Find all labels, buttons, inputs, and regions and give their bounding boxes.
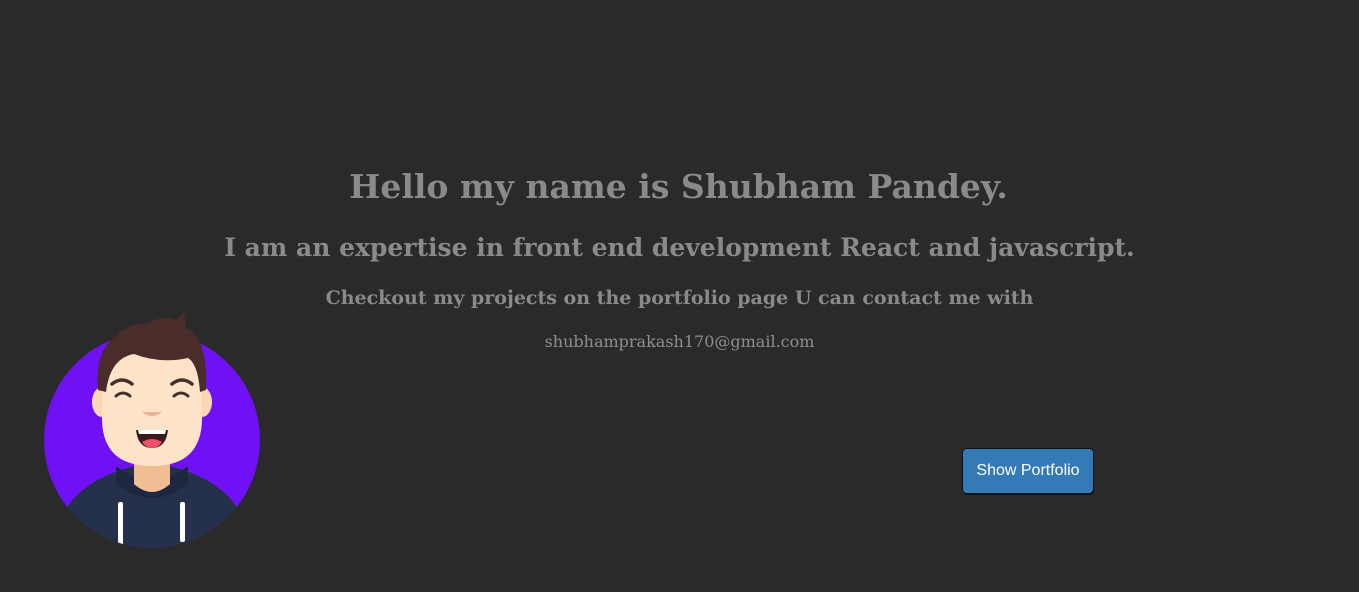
show-portfolio-button[interactable]: Show Portfolio [963, 449, 1093, 493]
avatar [44, 312, 260, 548]
intro-subheadline: I am an expertise in front end developme… [224, 233, 1135, 262]
intro-headline: Hello my name is Shubham Pandey. [349, 167, 1008, 206]
landing-page: Hello my name is Shubham Pandey. I am an… [0, 0, 1359, 592]
